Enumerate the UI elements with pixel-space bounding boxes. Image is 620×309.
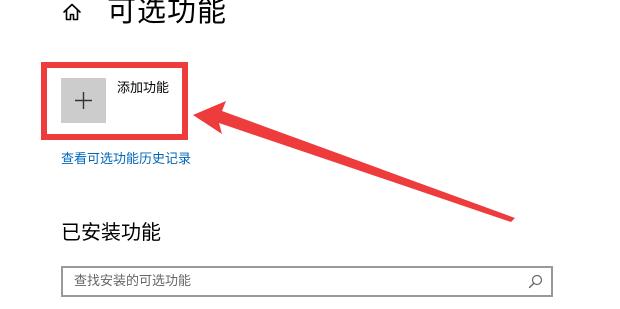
add-feature-label: 添加功能 <box>117 81 170 96</box>
search-icon[interactable] <box>528 274 543 289</box>
add-feature-button[interactable]: 添加功能 <box>61 78 201 124</box>
feature-history-link[interactable]: 查看可选功能历史记录 <box>61 151 191 169</box>
installed-features-search-input[interactable] <box>74 268 514 295</box>
home-icon[interactable] <box>61 1 83 23</box>
installed-features-heading: 已安装功能 <box>61 220 161 244</box>
plus-icon <box>75 92 92 109</box>
installed-features-search-box[interactable] <box>61 266 553 297</box>
page-title: 可选功能 <box>107 0 228 28</box>
annotation-arrow <box>193 101 515 222</box>
add-feature-tile[interactable] <box>61 78 106 123</box>
